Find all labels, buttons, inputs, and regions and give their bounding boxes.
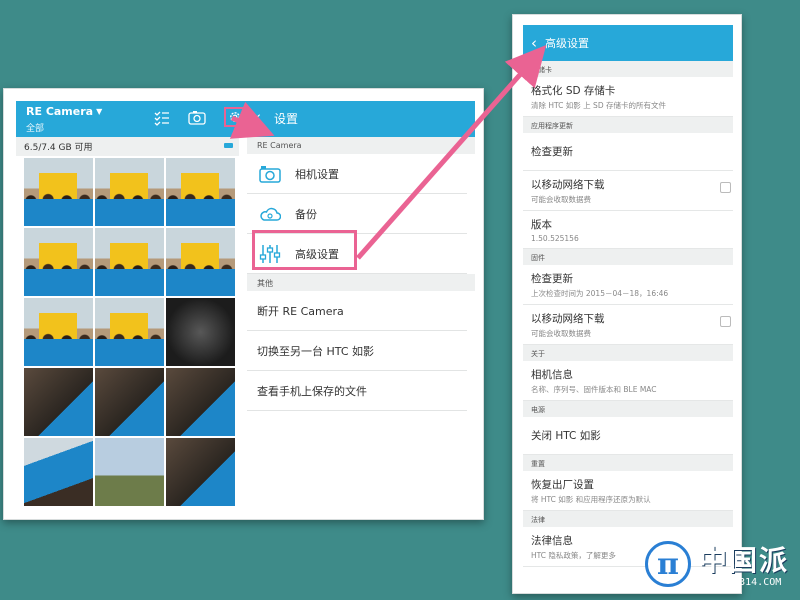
menu-item-camera-settings[interactable]: 相机设置	[247, 154, 467, 194]
phone-app-bar: ‹ 高级设置	[523, 25, 733, 61]
photo-thumbnail[interactable]	[95, 368, 164, 436]
select-list-icon[interactable]	[154, 110, 170, 130]
photo-thumbnail[interactable]	[95, 158, 164, 226]
photo-thumbnail[interactable]	[95, 228, 164, 296]
photo-thumbnail[interactable]	[95, 438, 164, 506]
settings-row[interactable]: 相机信息名称、序列号、固件版本和 BLE MAC	[523, 361, 733, 401]
settings-row[interactable]: 关闭 HTC 如影	[523, 417, 733, 455]
photo-grid	[24, 158, 235, 506]
photo-thumbnail[interactable]	[24, 158, 93, 226]
settings-row-title: 检查更新	[531, 273, 573, 285]
settings-row-title: 版本	[531, 219, 552, 231]
settings-gear-button[interactable]	[224, 107, 246, 127]
phone-screenshot: ‹ 高级设置 存储卡格式化 SD 存储卡清除 HTC 如影 上 SD 存储卡的所…	[512, 14, 742, 594]
watermark-logo-icon: π	[645, 541, 691, 587]
phone-title: 高级设置	[545, 37, 589, 50]
tablet-screenshot: RE Camera ▼ 全部 ‹ 设置 6.5/7.4 GB 可用 RE Cam…	[3, 88, 484, 520]
settings-row-subtitle: 1.50.525156	[531, 234, 579, 243]
menu-item-backup[interactable]: 备份	[247, 194, 467, 234]
storage-text: 6.5/7.4 GB 可用	[24, 143, 93, 153]
camera-icon	[259, 164, 281, 184]
menu-item-label: 备份	[295, 207, 317, 221]
settings-row[interactable]: 恢复出厂设置将 HTC 如影 和应用程序还原为默认	[523, 471, 733, 511]
menu-item-view-saved-files[interactable]: 查看手机上保存的文件	[247, 371, 467, 411]
settings-row[interactable]: 检查更新上次检查时间为 2015－04－18，16:46	[523, 265, 733, 305]
photo-thumbnail[interactable]	[95, 298, 164, 366]
app-name-dropdown[interactable]: RE Camera ▼	[26, 105, 102, 118]
section-label: 固件	[523, 249, 733, 265]
section-label: 电源	[523, 401, 733, 417]
settings-row-subtitle: 可能会收取数据费	[531, 195, 591, 204]
section-label-re-camera: RE Camera	[247, 137, 475, 154]
settings-row[interactable]: 格式化 SD 存储卡清除 HTC 如影 上 SD 存储卡的所有文件	[523, 77, 733, 117]
section-label: 法律	[523, 511, 733, 527]
back-arrow-icon[interactable]: ‹	[255, 108, 261, 126]
settings-row-subtitle: 可能会收取数据费	[531, 329, 591, 338]
settings-row-subtitle: 上次检查时间为 2015－04－18，16:46	[531, 289, 669, 298]
photo-thumbnail[interactable]	[166, 158, 235, 226]
settings-row-title: 相机信息	[531, 369, 573, 381]
camera-icon[interactable]	[188, 110, 206, 129]
section-label: 存储卡	[523, 61, 733, 77]
photo-thumbnail[interactable]	[24, 438, 93, 506]
section-label: 重置	[523, 455, 733, 471]
tablet-app-bar: RE Camera ▼ 全部 ‹ 设置	[16, 101, 475, 137]
watermark-url: BBS.CN314.COM	[703, 577, 782, 588]
photo-thumbnail[interactable]	[166, 368, 235, 436]
settings-row-title: 检查更新	[531, 146, 573, 158]
settings-row[interactable]: 版本 1.50.525156	[523, 211, 733, 249]
section-label-other: 其他	[247, 274, 475, 291]
settings-title: 设置	[274, 112, 299, 126]
settings-row[interactable]: 以移动网络下载 可能会收取数据费	[523, 171, 733, 211]
photo-thumbnail[interactable]	[166, 298, 235, 366]
menu-item-label: 相机设置	[295, 167, 339, 181]
photo-thumbnail[interactable]	[24, 368, 93, 436]
photo-thumbnail[interactable]	[24, 298, 93, 366]
chevron-down-icon: ▼	[96, 107, 103, 116]
settings-panel: RE Camera 相机设置 备份 高级设置 其他 断开 RE Camera 切…	[247, 137, 475, 519]
settings-row-title: 以移动网络下载	[531, 179, 605, 191]
gear-icon	[230, 112, 240, 122]
settings-row[interactable]: 以移动网络下载 可能会收取数据费	[523, 305, 733, 345]
settings-row-title: 格式化 SD 存储卡	[531, 85, 616, 97]
advanced-settings-highlight-box	[252, 230, 357, 270]
section-label: 应用程序更新	[523, 117, 733, 133]
photo-thumbnail[interactable]	[166, 438, 235, 506]
checkbox[interactable]	[720, 316, 731, 327]
watermark-title: 中国派	[699, 544, 790, 577]
app-name: RE Camera	[26, 105, 94, 118]
photo-thumbnail[interactable]	[166, 228, 235, 296]
section-label: 关于	[523, 345, 733, 361]
app-filter: 全部	[26, 124, 45, 134]
advanced-settings-list: 存储卡格式化 SD 存储卡清除 HTC 如影 上 SD 存储卡的所有文件应用程序…	[523, 61, 733, 567]
settings-row-subtitle: 名称、序列号、固件版本和 BLE MAC	[531, 385, 657, 394]
settings-row-title: 关闭 HTC 如影	[531, 430, 601, 442]
settings-row[interactable]: 检查更新	[523, 133, 733, 171]
settings-row-subtitle: 清除 HTC 如影 上 SD 存储卡的所有文件	[531, 101, 666, 110]
cloud-icon	[259, 204, 281, 224]
storage-indicator-icon	[224, 143, 233, 148]
photo-thumbnail[interactable]	[24, 228, 93, 296]
back-arrow-icon[interactable]: ‹	[531, 34, 537, 52]
settings-row-subtitle: 将 HTC 如影 和应用程序还原为默认	[531, 495, 651, 504]
menu-item-switch-camera[interactable]: 切换至另一台 HTC 如影	[247, 331, 467, 371]
watermark: π 中国派 BBS.CN314.COM	[645, 537, 800, 597]
storage-status: 6.5/7.4 GB 可用	[16, 137, 239, 156]
menu-item-disconnect[interactable]: 断开 RE Camera	[247, 291, 467, 331]
checkbox[interactable]	[720, 182, 731, 193]
settings-row-title: 恢复出厂设置	[531, 479, 594, 491]
settings-row-title: 以移动网络下载	[531, 313, 605, 325]
